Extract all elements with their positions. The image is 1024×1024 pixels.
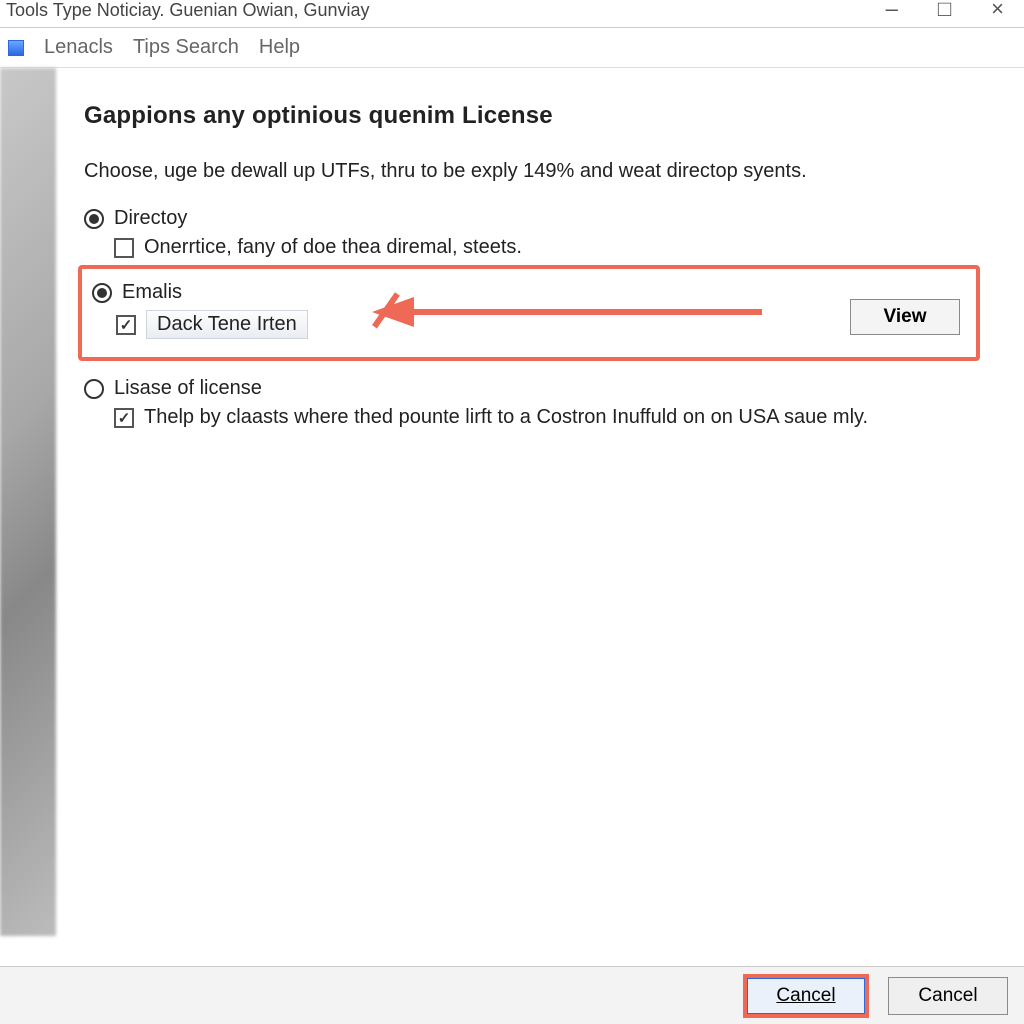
check-onerrtice[interactable]: Onerrtice, fany of doe thea diremal, ste…: [114, 236, 980, 259]
radio-directoy[interactable]: Directoy: [84, 207, 980, 230]
radio-icon[interactable]: [84, 209, 104, 229]
check-thelp[interactable]: Thelp by claasts where thed pounte lirft…: [114, 406, 980, 429]
menu-bar: Lenacls Tips Search Help: [0, 28, 1024, 68]
radio-emalis-label: Emalis: [122, 281, 182, 304]
page-intro: Choose, uge be dewall up UTFs, thru to b…: [84, 158, 844, 185]
check-onerrtice-label: Onerrtice, fany of doe thea diremal, ste…: [144, 236, 522, 259]
radio-directoy-label: Directoy: [114, 207, 187, 230]
window-titlebar: Tools Type Noticiay. Guenian Owian, Gunv…: [0, 0, 1024, 28]
body: Gappions any optinious quenim License Ch…: [0, 68, 1024, 936]
check-thelp-label: Thelp by claasts where thed pounte lirft…: [144, 406, 868, 429]
menu-item-tips-search[interactable]: Tips Search: [133, 36, 239, 59]
annotation-callout: Emalis Dack Tene Irten View: [78, 265, 980, 361]
radio-emalis[interactable]: Emalis: [92, 281, 966, 304]
maximize-icon[interactable]: □: [938, 0, 951, 22]
radio-icon[interactable]: [92, 283, 112, 303]
checkbox-icon[interactable]: [116, 315, 136, 335]
cancel-button-primary-label: Cancel: [776, 985, 835, 1006]
view-button[interactable]: View: [850, 299, 960, 335]
radio-icon[interactable]: [84, 379, 104, 399]
close-icon[interactable]: ×: [991, 0, 1004, 22]
check-dack-tene-irten[interactable]: Dack Tene Irten: [116, 310, 966, 339]
minimize-icon[interactable]: –: [886, 0, 898, 22]
window-title: Tools Type Noticiay. Guenian Owian, Gunv…: [6, 0, 1018, 21]
cancel-button-secondary[interactable]: Cancel: [888, 977, 1008, 1015]
radio-lisase[interactable]: Lisase of license: [84, 377, 980, 400]
checkbox-icon[interactable]: [114, 408, 134, 428]
menu-item-help[interactable]: Help: [259, 36, 300, 59]
app-icon: [8, 40, 24, 56]
check-dack-label: Dack Tene Irten: [146, 310, 308, 339]
cancel-button-primary[interactable]: Cancel: [746, 977, 866, 1015]
sidebar-graphic: [0, 68, 56, 936]
window-controls: – □ ×: [886, 0, 1024, 22]
page-title: Gappions any optinious quenim License: [84, 102, 980, 130]
radio-lisase-label: Lisase of license: [114, 377, 262, 400]
menu-item-lenacls[interactable]: Lenacls: [44, 36, 113, 59]
checkbox-icon[interactable]: [114, 238, 134, 258]
dialog-footer: Cancel Cancel: [0, 966, 1024, 1024]
content-pane: Gappions any optinious quenim License Ch…: [56, 68, 1024, 936]
